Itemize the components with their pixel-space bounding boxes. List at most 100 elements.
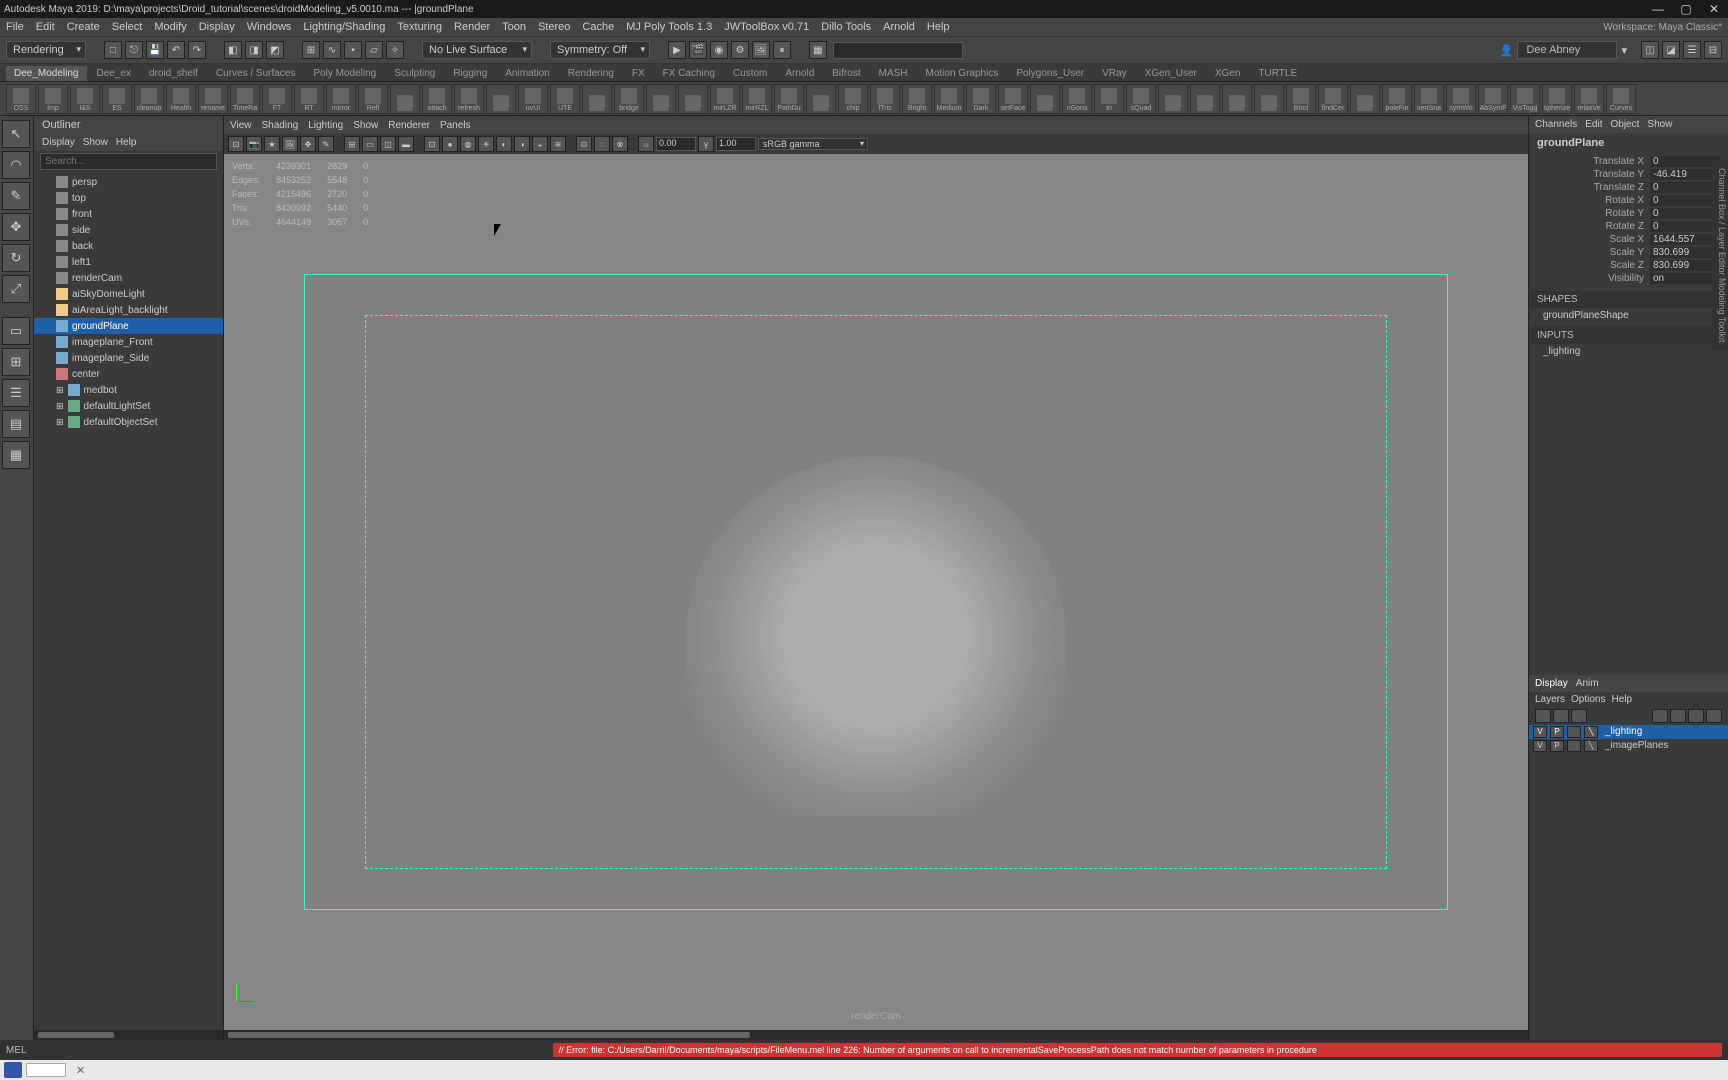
vp-cam-attr-icon[interactable]: 📷 <box>246 136 262 152</box>
shelf-btn-nGons[interactable]: nGons <box>1062 84 1092 114</box>
lasso-tool-icon[interactable]: ◠ <box>2 151 30 179</box>
shelf-tab-fx[interactable]: FX <box>624 66 653 81</box>
vp-iso-icon[interactable]: ⊙ <box>576 136 592 152</box>
menu-arnold[interactable]: Arnold <box>883 21 915 33</box>
menu-help[interactable]: Help <box>927 21 950 33</box>
layout-hypergraph-icon[interactable]: ▦ <box>2 441 30 469</box>
viewport[interactable]: Verts:423930128290Edges:845325255480Face… <box>224 154 1528 1030</box>
shelf-btn-rename[interactable]: rename <box>198 84 228 114</box>
shelf-btn-Refl[interactable]: Refl <box>358 84 388 114</box>
menu-cache[interactable]: Cache <box>582 21 614 33</box>
shelf-btn-chip[interactable]: chip <box>838 84 868 114</box>
shelf-btn-PathDu[interactable]: PathDu <box>774 84 804 114</box>
outliner-search-input[interactable] <box>40 153 217 170</box>
render-view-icon[interactable]: 🖼 <box>752 41 770 59</box>
maximize-icon[interactable]: ▢ <box>1676 2 1696 16</box>
shelf-tab-fxcaching[interactable]: FX Caching <box>655 66 723 81</box>
shelf-btn-symWo[interactable]: symWo <box>1446 84 1476 114</box>
layer-empty-icon[interactable] <box>1553 709 1569 723</box>
maya-taskbar-icon[interactable] <box>4 1062 22 1078</box>
shelf-tab-arnold[interactable]: Arnold <box>777 66 822 81</box>
layer-add-icon[interactable] <box>1688 709 1704 723</box>
menu-edit[interactable]: Edit <box>36 21 55 33</box>
vp-2d-pan-icon[interactable]: ✥ <box>300 136 316 152</box>
sel-hier-icon[interactable]: ◧ <box>224 41 242 59</box>
outliner-item-back[interactable]: back <box>34 238 223 254</box>
menu-render[interactable]: Render <box>454 21 490 33</box>
live-surface-dropdown[interactable]: No Live Surface <box>422 41 532 59</box>
vp-bookmark-icon[interactable]: ★ <box>264 136 280 152</box>
vp-ao-icon[interactable]: ◑ <box>514 136 530 152</box>
outliner-item-top[interactable]: top <box>34 190 223 206</box>
shelf-tab-animation[interactable]: Animation <box>497 66 557 81</box>
redo-icon[interactable]: ↷ <box>188 41 206 59</box>
layer-menu-help[interactable]: Help <box>1611 694 1632 705</box>
outliner-item-center[interactable]: center <box>34 366 223 382</box>
shelf-btn-icon[interactable] <box>1254 84 1284 114</box>
menu-select[interactable]: Select <box>112 21 143 33</box>
cb-tab-show[interactable]: Show <box>1647 119 1672 130</box>
layer-movesel-icon[interactable] <box>1535 709 1551 723</box>
shelf-btn-icon[interactable] <box>390 84 420 114</box>
side-tabs[interactable]: Channel Box / Layer Editor Modeling Tool… <box>1712 160 1728 350</box>
vp-quick-select-icon[interactable]: ⊡ <box>228 136 244 152</box>
vp-grid-icon[interactable]: ⊞ <box>344 136 360 152</box>
menu-windows[interactable]: Windows <box>247 21 292 33</box>
vp-aa-icon[interactable]: ◒ <box>532 136 548 152</box>
vp-wireframe-icon[interactable]: ⊡ <box>424 136 440 152</box>
shelf-btn-FT[interactable]: FT <box>262 84 292 114</box>
render-globals-icon[interactable]: ⚙ <box>731 41 749 59</box>
snap-curve-icon[interactable]: ∿ <box>323 41 341 59</box>
shelf-btn-BInd[interactable]: BInd <box>1286 84 1316 114</box>
toggle-ae-icon[interactable]: ☰ <box>1683 41 1701 59</box>
shelf-btn-icon[interactable] <box>646 84 676 114</box>
outliner-item-medbot[interactable]: ⊞medbot <box>34 382 223 398</box>
shelf-btn-cleanup[interactable]: cleanup <box>134 84 164 114</box>
shelf-btn-mirLZR[interactable]: mirLZR <box>710 84 740 114</box>
vp-xray-icon[interactable]: ◌ <box>594 136 610 152</box>
shelf-tab-rigging[interactable]: Rigging <box>445 66 495 81</box>
input-name[interactable]: _lighting <box>1529 344 1728 359</box>
layout-four-icon[interactable]: ⊞ <box>2 348 30 376</box>
shelf-tab-droidshelf[interactable]: droid_shelf <box>141 66 206 81</box>
sel-comp-icon[interactable]: ◩ <box>266 41 284 59</box>
layout-persp-icon[interactable]: ▤ <box>2 410 30 438</box>
attr-rotatez[interactable]: Rotate Z0 <box>1533 220 1724 233</box>
shelf-btn-spherize[interactable]: spherize <box>1542 84 1572 114</box>
menu-lightingshading[interactable]: Lighting/Shading <box>303 21 385 33</box>
viewport-scrollbar[interactable] <box>224 1030 1528 1040</box>
layer-up-icon[interactable] <box>1652 709 1668 723</box>
hypershade-icon[interactable]: ▦ <box>809 41 827 59</box>
scale-tool-icon[interactable]: ⤢ <box>2 275 30 303</box>
vp-exposure-input[interactable]: 0.00 <box>656 137 696 151</box>
vp-gamma-input[interactable]: 1.00 <box>716 137 756 151</box>
snap-grid-icon[interactable]: ⊞ <box>302 41 320 59</box>
vp-menu-show[interactable]: Show <box>353 120 378 131</box>
shelf-btn-I&S[interactable]: I&S <box>70 84 100 114</box>
selected-object-name[interactable]: groundPlane <box>1529 133 1728 153</box>
outliner-item-front[interactable]: front <box>34 206 223 222</box>
layout-single-icon[interactable]: ▭ <box>2 317 30 345</box>
snap-plane-icon[interactable]: ▱ <box>365 41 383 59</box>
toggle-toolsettings-icon[interactable]: ◪ <box>1662 41 1680 59</box>
play-range-icon[interactable]: ▶ <box>668 41 686 59</box>
shelf-tab-polygonsuser[interactable]: Polygons_User <box>1008 66 1092 81</box>
shelf-btn-tri[interactable]: tri <box>1094 84 1124 114</box>
vp-filmgate-icon[interactable]: ▭ <box>362 136 378 152</box>
new-scene-icon[interactable]: □ <box>104 41 122 59</box>
menu-stereo[interactable]: Stereo <box>538 21 570 33</box>
attr-rotatey[interactable]: Rotate Y0 <box>1533 207 1724 220</box>
vp-shaded-icon[interactable]: ● <box>442 136 458 152</box>
vp-menu-renderer[interactable]: Renderer <box>388 120 430 131</box>
vp-menu-lighting[interactable]: Lighting <box>308 120 343 131</box>
layer-_imagePlanes[interactable]: VP╲_imagePlanes <box>1529 739 1728 753</box>
taskbar-app[interactable] <box>26 1063 66 1077</box>
shelf-btn-bridge[interactable]: bridge <box>614 84 644 114</box>
shelf-btn-TimeRa[interactable]: TimeRa <box>230 84 260 114</box>
shelf-tab-xgenuser[interactable]: XGen_User <box>1137 66 1205 81</box>
outliner-menu-display[interactable]: Display <box>42 137 75 148</box>
shelf-btn-Dark[interactable]: Dark <box>966 84 996 114</box>
shelf-btn-Health[interactable]: Health <box>166 84 196 114</box>
vp-lights-icon[interactable]: ☀ <box>478 136 494 152</box>
outliner-scrollbar[interactable] <box>34 1030 223 1040</box>
